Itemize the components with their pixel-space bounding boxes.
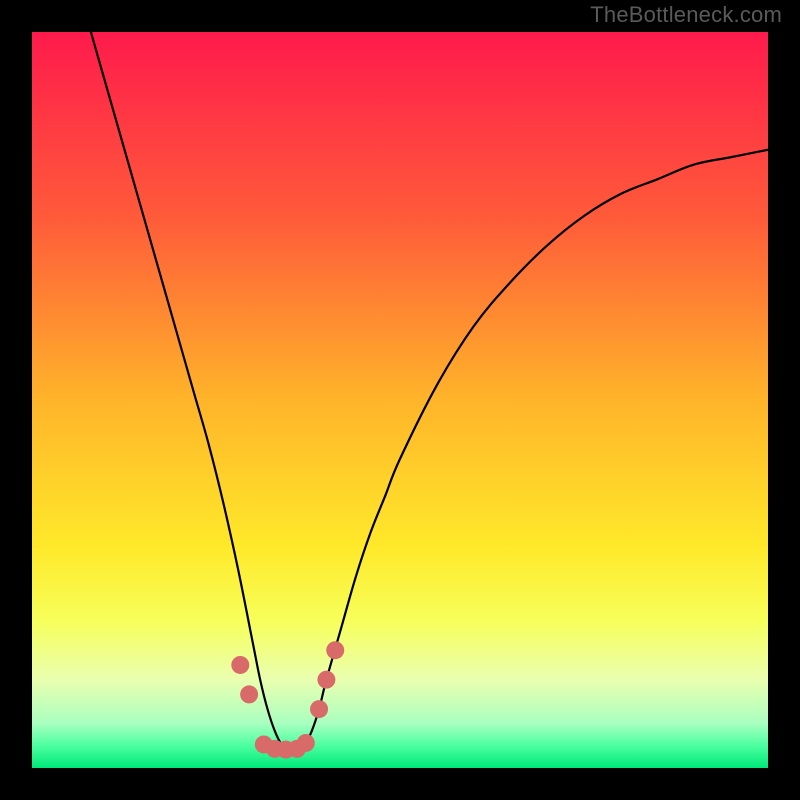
bottleneck-chart-svg xyxy=(32,32,768,768)
match-marker xyxy=(317,671,335,689)
watermark-text: TheBottleneck.com xyxy=(590,2,782,28)
match-marker xyxy=(231,656,249,674)
gradient-background xyxy=(32,32,768,768)
match-marker xyxy=(240,685,258,703)
match-marker xyxy=(326,641,344,659)
plot-area xyxy=(32,32,768,768)
match-marker xyxy=(310,700,328,718)
chart-frame: TheBottleneck.com xyxy=(0,0,800,800)
match-marker xyxy=(297,734,315,752)
